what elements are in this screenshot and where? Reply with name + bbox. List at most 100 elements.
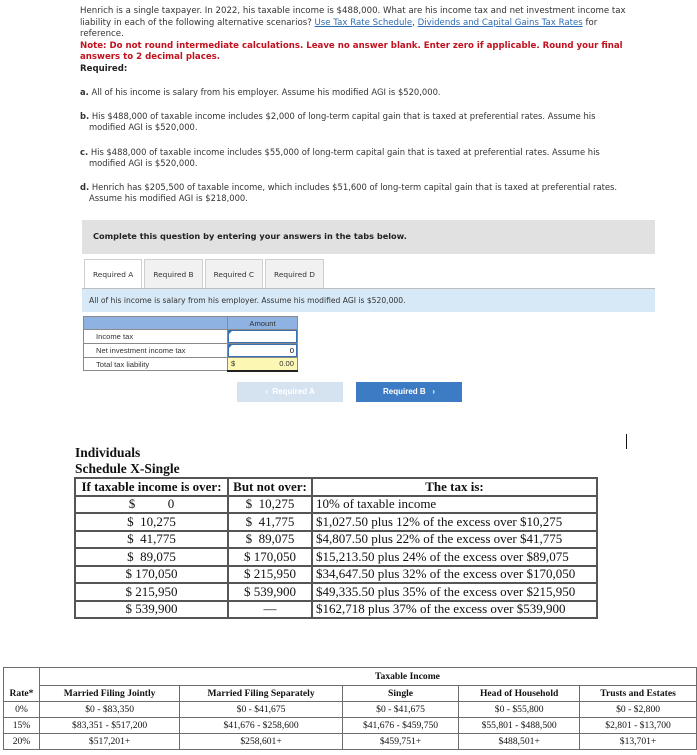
- cg-rate: 15%: [3, 717, 40, 734]
- scenario-label: a.: [80, 87, 89, 97]
- header-blank: [83, 316, 228, 330]
- bracket-over: $ 89,075: [74, 547, 229, 567]
- cg-trusts: $0 - $2,800: [579, 701, 697, 718]
- bracket-tax: 10% of taxable income: [311, 494, 598, 514]
- tax-rate-schedule-link[interactable]: Use Tax Rate Schedule: [315, 18, 413, 28]
- cg-single: $41,676 - $459,750: [341, 717, 460, 734]
- table-row: 15% $83,351 - $517,200 $41,676 - $258,600 $…: [3, 717, 697, 734]
- scenario-d: d. Henrich has $205,500 of taxable incom…: [80, 182, 628, 204]
- tab-required-c[interactable]: Required C: [204, 259, 264, 289]
- bracket-tax: $162,718 plus 37% of the excess over $53…: [311, 599, 598, 619]
- tab-required-b[interactable]: Required B: [144, 259, 203, 289]
- table-row: $ 89,075 $ 170,050 $15,213.50 plus 24% of …: [74, 547, 598, 567]
- net-investment-income-tax-input[interactable]: [228, 344, 297, 357]
- row-label-total: Total tax liability: [83, 357, 228, 371]
- link-separator: ,: [412, 17, 415, 28]
- input-marker-icon: [229, 331, 232, 334]
- tax-rate-schedule-table: If taxable income is over: But not over:…: [74, 477, 598, 619]
- table-row: $ 170,050 $ 215,950 $34,647.50 plus 32% of…: [74, 564, 598, 584]
- bracket-not-over: $ 215,950: [227, 564, 313, 584]
- bracket-over: $ 215,950: [74, 582, 229, 602]
- schedule-header-row: If taxable income is over: But not over:…: [74, 477, 598, 497]
- scenario-description-bar: All of his income is salary from his emp…: [82, 289, 655, 312]
- text-cursor-icon: [626, 434, 627, 449]
- total-value: 0.00: [279, 359, 294, 369]
- chevron-right-icon: ›: [432, 387, 435, 396]
- table-row: 0% $0 - $83,350 $0 - $41,675 $0 - $41,675 $0…: [3, 701, 697, 718]
- header-mfs: Married Filing Separately: [179, 685, 343, 702]
- header-trusts: Trusts and Estates: [579, 685, 697, 702]
- total-tax-liability-value: $ 0.00: [227, 357, 298, 372]
- capital-gains-rates-table: Rate* Taxable Income Married Filing Join…: [3, 667, 697, 750]
- income-tax-cell: [227, 329, 298, 344]
- bracket-over: $ 0: [74, 494, 229, 514]
- row-label-niit: Net investment income tax: [83, 343, 228, 358]
- next-label: Required B: [382, 387, 426, 396]
- scenario-text: His $488,000 of taxable income includes …: [89, 147, 600, 168]
- header-rate: Rate*: [3, 667, 40, 702]
- question-intro: Henrich is a single taxpayer. In 2022, h…: [80, 6, 630, 75]
- answer-table-header: Amount: [83, 316, 298, 330]
- cg-trusts: $13,701+: [579, 733, 697, 750]
- header-over: If taxable income is over:: [74, 477, 229, 497]
- table-row: $ 539,900— $162,718 plus 37% of the exces…: [74, 599, 598, 619]
- schedule-title-line1: Individuals: [75, 445, 141, 460]
- cg-hoh: $488,501+: [458, 733, 581, 750]
- scenario-a: a. All of his income is salary from his …: [80, 87, 628, 98]
- cg-mfj: $517,201+: [38, 733, 181, 750]
- answer-table: Amount Income tax Net investment income …: [83, 316, 298, 372]
- scenario-b: b. His $488,000 of taxable income includ…: [80, 111, 628, 133]
- scenario-text: All of his income is salary from his emp…: [91, 87, 441, 97]
- cg-trusts: $2,801 - $13,700: [579, 717, 697, 734]
- table-row: Net investment income tax: [83, 343, 298, 358]
- income-tax-input[interactable]: [228, 330, 297, 343]
- cg-mfj: $83,351 - $517,200: [38, 717, 181, 734]
- header-mfj: Married Filing Jointly: [38, 685, 181, 702]
- table-row: $ 10,275 $ 41,775 $1,027.50 plus 12% of th…: [74, 512, 598, 532]
- scenario-label: d.: [80, 182, 90, 192]
- cg-hoh: $0 - $55,800: [458, 701, 581, 718]
- previous-required-a-button[interactable]: ‹ Required A: [237, 382, 343, 402]
- table-row: $ 215,950 $ 539,900 $49,335.50 plus 35% of…: [74, 582, 598, 602]
- bracket-not-over: $ 41,775: [227, 512, 313, 532]
- header-taxable-income: Taxable Income: [39, 667, 697, 686]
- bracket-over: $ 170,050: [74, 564, 229, 584]
- capital-gains-rates-link[interactable]: Dividends and Capital Gains Tax Rates: [418, 18, 583, 28]
- header-hoh: Head of Household: [458, 685, 581, 702]
- table-row: Income tax: [83, 329, 298, 344]
- tab-required-a[interactable]: Required A: [84, 259, 143, 289]
- required-tabs: Required A Required B Required C Require…: [84, 259, 326, 289]
- cg-mfs: $41,676 - $258,600: [179, 717, 343, 734]
- scenario-label: b.: [80, 111, 90, 121]
- cg-group-header-row: Rate* Taxable Income: [3, 667, 697, 702]
- bracket-tax: $4,807.50 plus 22% of the excess over $4…: [311, 529, 598, 549]
- bracket-over: $ 41,775: [74, 529, 229, 549]
- scenario-text: His $488,000 of taxable income includes …: [89, 111, 596, 132]
- scenario-text: Henrich has $205,500 of taxable income, …: [89, 182, 618, 203]
- required-heading: Required:: [80, 63, 128, 74]
- input-marker-icon: [229, 345, 232, 348]
- cg-header-row: Married Filing Jointly Married Filing Se…: [4, 685, 697, 702]
- table-row: 20% $517,201+ $258,601+ $459,751+ $488,501+ $…: [3, 733, 697, 750]
- next-required-b-button[interactable]: Required B ›: [356, 382, 462, 402]
- bracket-not-over: $ 89,075: [227, 529, 313, 549]
- table-row: $ 41,775 $ 89,075 $4,807.50 plus 22% of th…: [74, 529, 598, 549]
- scenario-label: c.: [80, 147, 89, 157]
- header-not-over: But not over:: [227, 477, 313, 497]
- cg-single: $0 - $41,675: [341, 701, 460, 718]
- table-row: $ 0 $ 10,275 10% of taxable income: [74, 494, 598, 514]
- bracket-not-over: $ 170,050: [227, 547, 313, 567]
- cg-mfj: $0 - $83,350: [38, 701, 181, 718]
- header-tax-is: The tax is:: [311, 477, 598, 497]
- cg-single: $459,751+: [341, 733, 460, 750]
- niit-cell: [227, 343, 298, 358]
- bracket-tax: $1,027.50 plus 12% of the excess over $1…: [311, 512, 598, 532]
- schedule-title: Individuals Schedule X-Single: [75, 445, 180, 476]
- table-row: Total tax liability $ 0.00: [83, 357, 298, 372]
- tab-required-d[interactable]: Required D: [265, 259, 324, 289]
- header-rate-text: Rate*: [9, 688, 34, 699]
- cg-rate: 20%: [3, 733, 40, 750]
- instructions-banner: Complete this question by entering your …: [82, 220, 655, 254]
- schedule-title-line2: Schedule X-Single: [75, 460, 180, 476]
- cg-hoh: $55,801 - $488,500: [458, 717, 581, 734]
